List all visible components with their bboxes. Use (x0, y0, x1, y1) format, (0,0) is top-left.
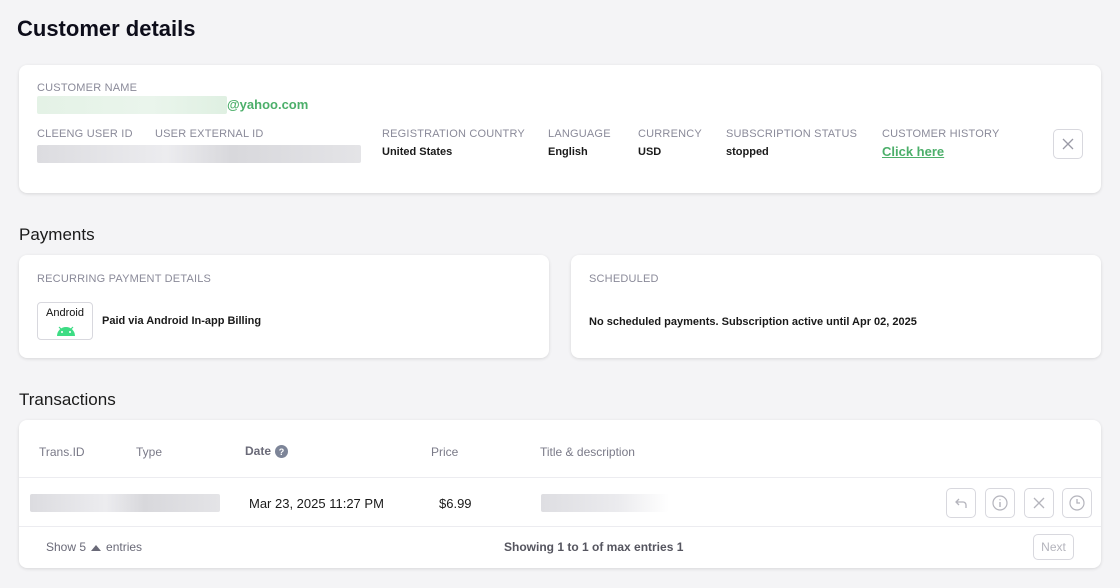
row-price: $6.99 (439, 496, 472, 511)
svg-text:?: ? (279, 447, 285, 457)
trans-id-type-redacted (30, 494, 220, 512)
column-trans-id: Trans.ID (39, 445, 85, 459)
registration-country-value: United States (382, 146, 453, 158)
language-label: LANGUAGE (548, 128, 611, 140)
table-row: Mar 23, 2025 11:27 PM $6.99 (19, 478, 1101, 526)
subscription-status-label: SUBSCRIPTION STATUS (726, 128, 858, 140)
column-type: Type (136, 445, 163, 459)
column-date[interactable]: Date ? (245, 444, 289, 458)
paid-via-text: Paid via Android In-app Billing (102, 315, 262, 327)
close-button[interactable] (1053, 129, 1083, 159)
customer-name-label: CUSTOMER NAME (37, 82, 138, 94)
close-icon (1062, 138, 1074, 150)
column-price: Price (431, 445, 459, 459)
android-robot-icon (57, 326, 75, 336)
payments-title: Payments (19, 225, 95, 244)
show-prefix: Show 5 (46, 540, 87, 554)
info-button[interactable] (985, 488, 1015, 518)
column-title-description: Title & description (540, 445, 635, 459)
refund-button[interactable] (946, 488, 976, 518)
page-size-control[interactable]: Show 5 entries (46, 540, 142, 554)
transactions-card: Trans.ID Type Date ? Price Title & descr… (19, 420, 1101, 568)
info-icon (992, 495, 1008, 511)
language-value: English (548, 146, 588, 158)
currency-value: USD (638, 146, 662, 158)
customer-history-label: CUSTOMER HISTORY (882, 128, 1000, 140)
recurring-payment-card: RECURRING PAYMENT DETAILS Android Paid v… (19, 255, 549, 358)
undo-icon (955, 498, 967, 508)
scheduled-text: No scheduled payments. Subscription acti… (589, 316, 917, 328)
registration-country-label: REGISTRATION COUNTRY (382, 128, 525, 140)
show-suffix: entries (106, 540, 143, 554)
page-title: Customer details (17, 16, 196, 41)
customer-email-suffix: @yahoo.com (227, 97, 309, 112)
customer-name-redacted (37, 96, 227, 114)
history-button[interactable] (1062, 488, 1092, 518)
customer-history-link[interactable]: Click here (882, 144, 944, 159)
scheduled-label: SCHEDULED (589, 273, 659, 285)
recurring-payment-label: RECURRING PAYMENT DETAILS (37, 273, 212, 285)
customer-card: CUSTOMER NAME @yahoo.com CLEENG USER ID … (19, 65, 1101, 193)
cancel-button[interactable] (1024, 488, 1054, 518)
showing-entries-text: Showing 1 to 1 of max entries 1 (504, 540, 684, 554)
cancel-icon (1033, 497, 1045, 509)
help-circle-icon[interactable]: ? (275, 444, 289, 458)
clock-icon (1069, 495, 1085, 511)
currency-label: CURRENCY (638, 128, 702, 140)
next-button[interactable]: Next (1033, 534, 1074, 560)
scheduled-card: SCHEDULED No scheduled payments. Subscri… (571, 255, 1101, 358)
caret-up-icon[interactable] (91, 544, 102, 551)
user-external-id-label: USER EXTERNAL ID (155, 128, 264, 140)
title-description-redacted (541, 494, 669, 512)
subscription-status-value: stopped (726, 146, 769, 158)
transactions-title: Transactions (19, 390, 116, 409)
android-logo: Android (37, 302, 93, 340)
android-logo-text: Android (46, 307, 84, 319)
column-date-label: Date (245, 444, 272, 458)
cleeng-user-id-label: CLEENG USER ID (37, 128, 133, 140)
user-ids-redacted (37, 145, 361, 163)
row-divider (19, 526, 1101, 527)
row-date: Mar 23, 2025 11:27 PM (249, 496, 384, 511)
